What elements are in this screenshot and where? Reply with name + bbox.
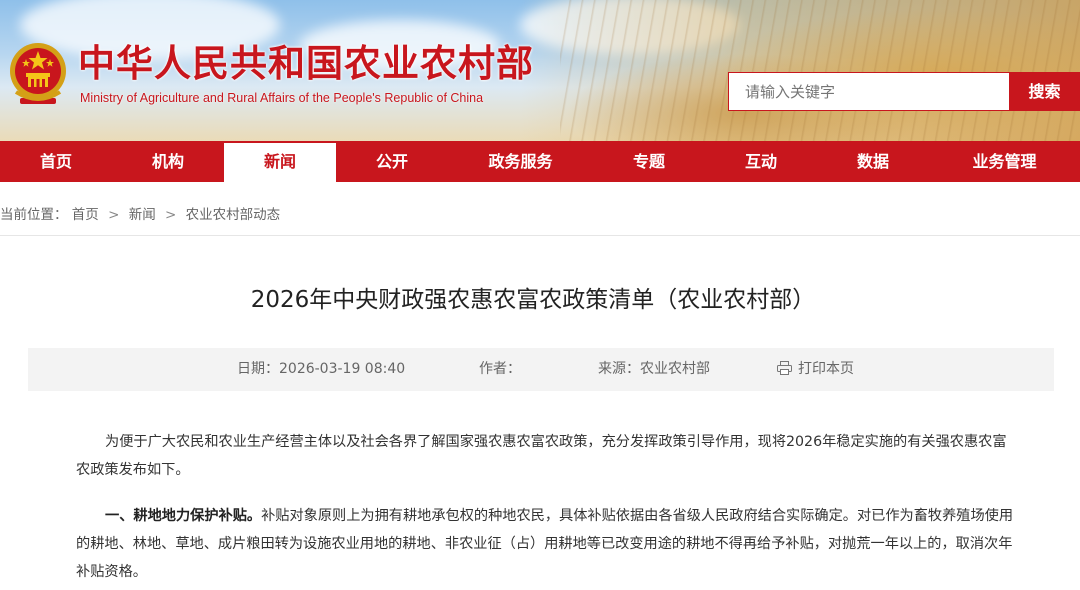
meta-date: 日期：2026-03-19 08:40 [237,348,405,391]
print-label: 打印本页 [798,361,854,377]
meta-author: 作者： [479,348,521,391]
nav-item-home[interactable]: 首页 [0,141,112,182]
printer-icon [777,361,792,375]
search-input[interactable] [728,72,1010,111]
meta-source: 来源：农业农村部 [598,348,710,391]
article-title: 2026年中央财政强农惠农富农政策清单（农业农村部） [250,287,816,313]
breadcrumb-item-news[interactable]: 新闻 [129,207,156,223]
meta-source-label: 来源： [598,361,640,377]
breadcrumb-prefix: 当前位置： [0,207,68,223]
breadcrumb-separator: > [108,207,120,223]
breadcrumb: 当前位置： 首页 > 新闻 > 农业农村部动态 [0,203,280,223]
article-section1-paragraph: 一、耕地地力保护补贴。补贴对象原则上为拥有耕地承包权的种地农民，具体补贴依据由各… [76,502,1016,586]
article-meta-bar: 日期：2026-03-19 08:40 作者： 来源：农业农村部 打印本页 [28,348,1054,391]
nav-item-interaction[interactable]: 互动 [705,141,817,182]
meta-author-label: 作者： [479,361,521,377]
nav-item-data[interactable]: 数据 [817,141,929,182]
meta-date-value: 2026-03-19 08:40 [279,361,406,377]
meta-source-value: 农业农村部 [640,361,710,377]
nav-item-institutions[interactable]: 机构 [112,141,224,182]
section1-heading: 一、耕地地力保护补贴。 [105,508,262,524]
print-button[interactable]: 打印本页 [777,348,854,391]
intro-text: 为便于广大农民和农业生产经营主体以及社会各界了解国家强农惠农富农政策，充分发挥政… [76,434,1007,478]
site-banner: 中华人民共和国农业农村部 Ministry of Agriculture and… [0,0,1080,141]
nav-item-public[interactable]: 公开 [336,141,448,182]
breadcrumb-item-home[interactable]: 首页 [72,207,99,223]
breadcrumb-separator: > [165,207,177,223]
breadcrumb-divider [0,235,1080,236]
main-nav: 首页 机构 新闻 公开 政务服务 专题 互动 数据 业务管理 [0,141,1080,182]
national-emblem-icon [10,43,66,104]
nav-item-gov-services[interactable]: 政务服务 [448,141,593,182]
article-intro-paragraph: 为便于广大农民和农业生产经营主体以及社会各界了解国家强农惠农富农政策，充分发挥政… [76,428,1016,484]
nav-item-news[interactable]: 新闻 [224,141,336,182]
site-title[interactable]: 中华人民共和国农业农村部 [78,38,534,88]
breadcrumb-item-ministry-news[interactable]: 农业农村部动态 [186,207,281,223]
banner-wheat-stalks [560,0,1080,141]
search-button[interactable]: 搜索 [1009,72,1080,111]
nav-item-business[interactable]: 业务管理 [929,141,1080,182]
site-subtitle: Ministry of Agriculture and Rural Affair… [80,91,484,105]
nav-item-topics[interactable]: 专题 [593,141,705,182]
meta-date-label: 日期： [237,361,279,377]
